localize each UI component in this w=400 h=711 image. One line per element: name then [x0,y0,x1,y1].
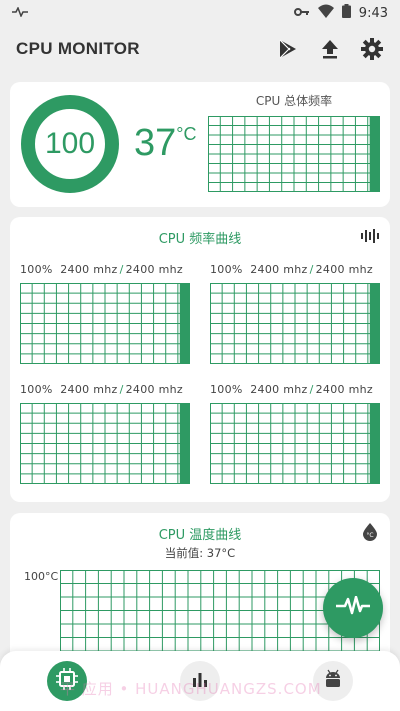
temperature-readout: 37 °C [134,122,196,165]
app-bar: CPU MONITOR [0,26,400,72]
temperature-unit: °C [176,124,197,144]
battery-icon [341,4,351,22]
usage-ring: 100 [20,94,120,194]
core-4-percent: 100% [210,383,243,396]
thermometer-drop-icon[interactable]: °C [360,522,380,542]
svg-text:°C: °C [366,532,373,539]
core-2-percent: 100% [210,263,243,276]
core-3-percent: 100% [20,383,53,396]
upload-icon[interactable] [318,37,342,61]
core-label-1: 100% 2400 mhz/2400 mhz [20,263,183,276]
overview-card: 100 37 °C CPU 总体频率 [10,82,390,207]
frequency-fill-bar [369,116,380,192]
core-2-chart [210,283,380,364]
bottom-nav [0,651,400,711]
status-indicators: 9:43 [293,4,388,22]
core-3-max: 2400 mhz [125,383,183,396]
frequency-fill-bar [179,403,190,484]
core-label-4: 100% 2400 mhz/2400 mhz [210,383,373,396]
nav-stats[interactable] [179,661,220,701]
core-4-max: 2400 mhz [315,383,373,396]
y-axis-max-label: 100°C [24,570,59,583]
usage-value: 100 [44,127,96,160]
frequency-title: CPU 频率曲线 [158,232,242,247]
core-4-chart [210,403,380,484]
core-4-current: 2400 mhz [250,383,308,396]
nav-cpu[interactable] [46,661,87,701]
wifi-icon [317,4,334,22]
app-actions [276,37,384,61]
bar-chart-icon [192,671,208,691]
core-2-max: 2400 mhz [315,263,373,276]
app-title: CPU MONITOR [16,39,140,58]
play-store-icon[interactable] [276,37,300,61]
pulse-fab-button[interactable] [323,578,383,638]
overall-frequency-chart [208,116,380,192]
gear-icon[interactable] [360,37,384,61]
frequency-card: CPU 频率曲线 100% 2400 mhz/2400 mhz 100% 240… [10,217,390,502]
temperature-value: 37 [134,122,177,164]
android-icon [323,669,343,693]
pulse-icon [336,595,370,620]
current-temperature: 当前值: 37°C [164,546,236,560]
frequency-fill-bar [369,403,380,484]
core-1-max: 2400 mhz [125,263,183,276]
core-2-current: 2400 mhz [250,263,308,276]
core-3-chart [20,403,190,484]
frequency-fill-bar [369,283,380,364]
waveform-icon[interactable] [360,226,380,246]
temperature-title: CPU 温度曲线 [158,528,242,543]
key-icon [293,6,310,21]
overall-frequency-title: CPU 总体频率 [255,94,333,108]
core-label-3: 100% 2400 mhz/2400 mhz [20,383,183,396]
core-1-percent: 100% [20,263,53,276]
core-3-current: 2400 mhz [60,383,118,396]
nav-android[interactable] [313,661,354,701]
frequency-fill-bar [179,283,190,364]
cpu-chip-icon [55,668,78,694]
status-time: 9:43 [358,5,388,21]
status-bar: 9:43 [0,0,400,26]
core-label-2: 100% 2400 mhz/2400 mhz [210,263,373,276]
core-1-current: 2400 mhz [60,263,118,276]
core-1-chart [20,283,190,364]
signal-pulse-icon [12,5,28,21]
